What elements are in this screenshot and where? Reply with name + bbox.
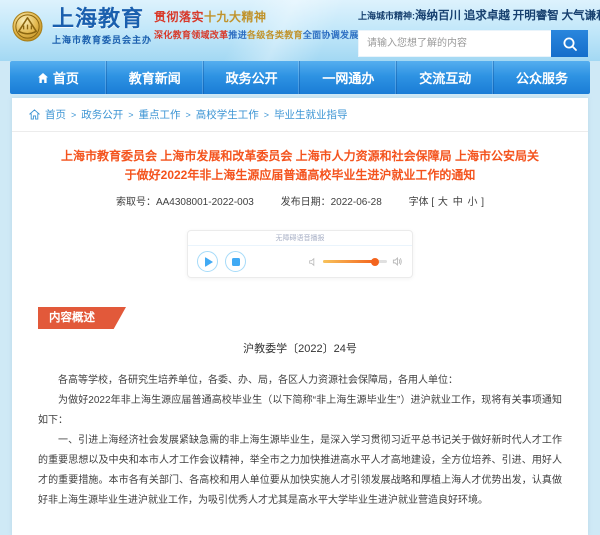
site-logo[interactable]: 上海教育 上海市教育委员会主办: [12, 7, 152, 46]
audio-player: 无障碍语音播报: [187, 230, 413, 278]
nav-item-news[interactable]: 教育新闻: [107, 61, 204, 94]
volume-control: [308, 256, 403, 267]
font-size-medium-button[interactable]: 中: [453, 197, 463, 208]
breadcrumb-separator: >: [128, 110, 133, 120]
breadcrumb-key-work[interactable]: 重点工作: [139, 107, 181, 122]
site-host: 上海市教育委员会主办: [52, 33, 152, 46]
logo-text: 上海教育 上海市教育委员会主办: [52, 7, 152, 46]
paragraph: 一、引进上海经济社会发展紧缺急需的非上海生源毕业生，是深入学习贯彻习近平总书记关…: [38, 431, 562, 511]
nav-item-home[interactable]: 首页: [10, 61, 107, 94]
breadcrumb-employment-guidance[interactable]: 毕业生就业指导: [274, 107, 348, 122]
nav-item-label: 政务公开: [226, 68, 278, 87]
search-button[interactable]: [551, 30, 588, 57]
font-size-small-button[interactable]: 小: [467, 197, 477, 208]
breadcrumb-separator: >: [71, 110, 76, 120]
volume-low-icon: [308, 257, 318, 267]
breadcrumb-separator: >: [264, 110, 269, 120]
nav-item-interaction[interactable]: 交流互动: [397, 61, 494, 94]
slogan-line1: 贯彻落实十九大精神: [154, 11, 359, 23]
nav-item-label: 教育新闻: [129, 68, 181, 87]
volume-slider-fill: [323, 260, 375, 263]
index-number: 索取号：AA4308001-2022-003: [116, 197, 254, 208]
nav-item-label: 公众服务: [516, 68, 568, 87]
nav-item-gov-affairs[interactable]: 政务公开: [204, 61, 301, 94]
font-size-large-button[interactable]: 大: [438, 197, 448, 208]
breadcrumb-separator: >: [186, 110, 191, 120]
nav-item-label: 一网通办: [322, 68, 374, 87]
breadcrumb-gov-affairs[interactable]: 政务公开: [81, 107, 123, 122]
font-size-control: 字体 [ 大 中 小 ]: [409, 197, 484, 208]
search-input[interactable]: [358, 30, 551, 57]
seal-logo-icon: [12, 11, 43, 42]
stop-icon: [232, 258, 240, 266]
article: 上海市教育委员会 上海市发展和改革委员会 上海市人力资源和社会保障局 上海市公安…: [12, 147, 588, 511]
header-right: 上海城市精神:海纳百川 追求卓越 开明睿智 大气谦和: [358, 6, 588, 57]
nav-item-label: 交流互动: [419, 68, 471, 87]
slogan-line2: 深化教育领域改革推进各级各类教育全面协调发展: [154, 31, 359, 40]
document-number: 沪教委学〔2022〕24号: [38, 340, 562, 356]
volume-slider-thumb[interactable]: [371, 258, 379, 266]
site-name: 上海教育: [52, 7, 152, 31]
header-slogan: 贯彻落实十九大精神 深化教育领域改革推进各级各类教育全面协调发展: [154, 11, 359, 40]
search-icon: [562, 36, 578, 52]
play-icon: [205, 257, 213, 267]
site-header: 上海教育 上海市教育委员会主办 贯彻落实十九大精神 深化教育领域改革推进各级各类…: [0, 0, 600, 61]
document-body: 各高等学校，各研究生培养单位，各委、办、局，各区人力资源社会保障局，各用人单位：…: [38, 371, 562, 511]
search-bar: [358, 30, 588, 57]
document-meta: 索取号：AA4308001-2022-003 发布日期：2022-06-28 字…: [38, 193, 562, 208]
page: 上海教育 上海市教育委员会主办 贯彻落实十九大精神 深化教育领域改革推进各级各类…: [0, 0, 600, 511]
volume-slider[interactable]: [323, 260, 387, 263]
nav-item-public-service[interactable]: 公众服务: [494, 61, 590, 94]
city-spirit: 上海城市精神:海纳百川 追求卓越 开明睿智 大气谦和: [358, 6, 588, 24]
play-button[interactable]: [197, 251, 218, 272]
audio-controls: [188, 246, 412, 277]
section-tab-summary: 内容概述: [38, 307, 126, 329]
breadcrumb: 首页 > 政务公开 > 重点工作 > 高校学生工作 > 毕业生就业指导: [12, 98, 588, 132]
font-size-label: 字体: [409, 197, 429, 208]
stop-button[interactable]: [225, 251, 246, 272]
paragraph: 各高等学校，各研究生培养单位，各委、办、局，各区人力资源社会保障局，各用人单位：: [38, 371, 562, 391]
home-icon: [37, 72, 49, 84]
breadcrumb-college-student-work[interactable]: 高校学生工作: [196, 107, 259, 122]
main-nav: 首页 教育新闻 政务公开 一网通办 交流互动 公众服务: [10, 61, 590, 94]
breadcrumb-home[interactable]: 首页: [45, 107, 66, 122]
volume-high-icon: [392, 256, 403, 267]
document-title: 上海市教育委员会 上海市发展和改革委员会 上海市人力资源和社会保障局 上海市公安…: [56, 147, 544, 185]
home-icon: [29, 109, 40, 120]
paragraph: 为做好2022年非上海生源应届普通高校毕业生（以下简称“非上海生源毕业生”）进沪…: [38, 391, 562, 431]
content-card: 首页 > 政务公开 > 重点工作 > 高校学生工作 > 毕业生就业指导 上海市教…: [12, 98, 588, 535]
nav-item-one-stop[interactable]: 一网通办: [300, 61, 397, 94]
publish-date: 发布日期：2022-06-28: [281, 197, 382, 208]
audio-player-label: 无障碍语音播报: [188, 231, 412, 246]
nav-item-label: 首页: [53, 68, 79, 87]
